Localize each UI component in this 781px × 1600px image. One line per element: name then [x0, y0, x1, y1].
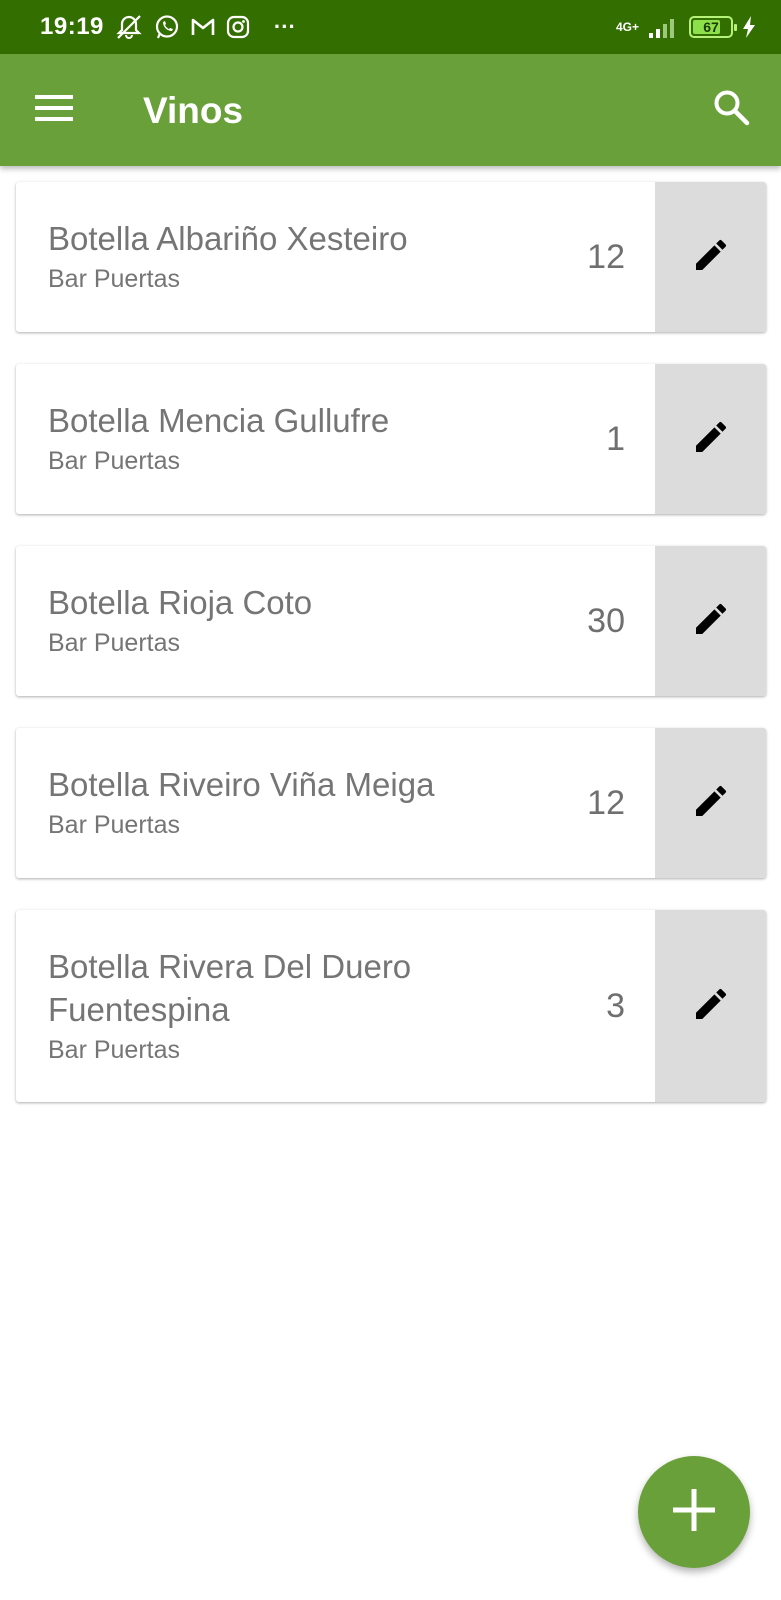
edit-button[interactable]	[655, 728, 766, 878]
app-bar: Vinos	[0, 54, 781, 166]
pencil-icon	[691, 599, 731, 644]
charging-icon	[741, 15, 757, 39]
add-wine-button[interactable]	[638, 1456, 750, 1568]
wine-place: Bar Puertas	[48, 1035, 181, 1064]
wine-place: Bar Puertas	[48, 811, 181, 839]
list-item-body[interactable]: Botella Riveiro Viña Meiga Bar Puertas 1…	[16, 728, 655, 878]
wine-quantity: 12	[587, 237, 625, 276]
search-button[interactable]	[706, 84, 756, 134]
hamburger-menu-icon	[35, 94, 73, 127]
wine-name: Botella Rioja Coto	[48, 584, 313, 621]
list-item-body[interactable]: Botella Rivera Del Duero Fuentespina Bar…	[16, 910, 655, 1102]
battery-indicator: 67	[689, 16, 737, 38]
whatsapp-icon	[154, 14, 180, 40]
network-type: 4G+	[615, 20, 639, 34]
pencil-icon	[691, 984, 731, 1029]
list-item-body[interactable]: Botella Albariño Xesteiro Bar Puertas 12	[16, 182, 655, 332]
instagram-icon	[226, 15, 250, 39]
wine-name: Botella Mencia Gullufre	[48, 402, 390, 439]
muted-alarm-icon	[114, 14, 144, 40]
list-item[interactable]: Botella Mencia Gullufre Bar Puertas 1	[16, 364, 766, 514]
pencil-icon	[691, 417, 731, 462]
wine-quantity: 30	[587, 601, 625, 640]
wine-name: Botella Albariño Xesteiro	[48, 220, 408, 257]
edit-button[interactable]	[655, 182, 766, 332]
wine-quantity: 1	[606, 419, 625, 458]
status-time: 19:19	[40, 13, 104, 40]
list-item-body[interactable]: Botella Rioja Coto Bar Puertas 30	[16, 546, 655, 696]
status-bar: 19:19 ··· 4G+ 67	[0, 0, 781, 54]
wine-place: Bar Puertas	[48, 447, 181, 475]
battery-level: 67	[703, 19, 719, 35]
list-item[interactable]: Botella Albariño Xesteiro Bar Puertas 12	[16, 182, 766, 332]
menu-button[interactable]	[32, 88, 76, 132]
plus-icon	[671, 1487, 717, 1538]
edit-button[interactable]	[655, 364, 766, 514]
wine-name: Botella Riveiro Viña Meiga	[48, 766, 435, 803]
wine-place: Bar Puertas	[48, 629, 181, 657]
wine-name: Botella Rivera Del Duero Fuentespina	[48, 947, 412, 1028]
pencil-icon	[691, 235, 731, 280]
wine-quantity: 12	[587, 783, 625, 822]
page-title: Vinos	[143, 90, 244, 131]
list-item[interactable]: Botella Rivera Del Duero Fuentespina Bar…	[16, 910, 766, 1102]
list-item[interactable]: Botella Rioja Coto Bar Puertas 30	[16, 546, 766, 696]
edit-button[interactable]	[655, 546, 766, 696]
wine-place: Bar Puertas	[48, 265, 181, 293]
pencil-icon	[691, 781, 731, 826]
signal-icon	[647, 15, 681, 39]
edit-button[interactable]	[655, 910, 766, 1102]
more-notifications: ···	[273, 14, 296, 39]
gmail-icon	[190, 16, 216, 38]
list-item-body[interactable]: Botella Mencia Gullufre Bar Puertas 1	[16, 364, 655, 514]
wine-quantity: 3	[606, 986, 625, 1025]
list-item[interactable]: Botella Riveiro Viña Meiga Bar Puertas 1…	[16, 728, 766, 878]
search-icon	[712, 88, 750, 131]
